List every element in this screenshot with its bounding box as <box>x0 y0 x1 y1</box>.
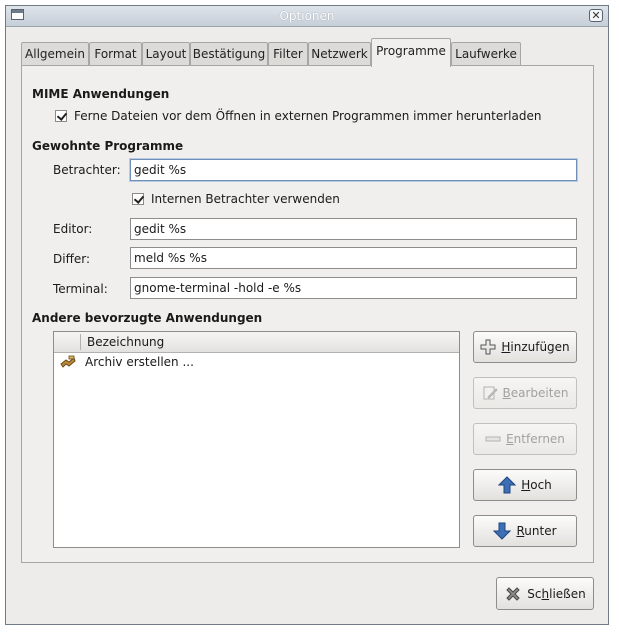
download-remote-checkbox-row[interactable]: Ferne Dateien vor dem Öffnen in externen… <box>55 108 541 124</box>
up-button-accel: H <box>521 478 531 492</box>
edit-button-label: earbeiten <box>510 386 569 400</box>
list-item-label: Archiv erstellen ... <box>85 355 194 369</box>
viewer-input[interactable]: gedit %s <box>130 159 577 181</box>
editor-input[interactable]: gedit %s <box>130 218 577 240</box>
close-button[interactable]: Schließen <box>496 577 594 610</box>
other-apps-list[interactable]: Bezeichnung Archiv erstellen ... <box>53 331 460 548</box>
minus-icon <box>485 431 501 447</box>
window-title: Optionen <box>279 9 335 23</box>
tab-netzwerk[interactable]: Netzwerk <box>308 42 371 65</box>
programs-heading: Gewohnte Programme <box>32 139 184 153</box>
column-separator <box>80 334 81 350</box>
tab-format[interactable]: Format <box>89 42 142 65</box>
arrow-down-icon <box>493 522 512 540</box>
title-bar[interactable]: Optionen ✕ <box>6 6 608 27</box>
column-header-bezeichnung[interactable]: Bezeichnung <box>87 335 164 349</box>
down-button-label: unter <box>524 524 557 538</box>
up-button-label: och <box>530 478 552 492</box>
list-item[interactable]: Archiv erstellen ... <box>54 353 459 373</box>
tab-filter[interactable]: Filter <box>268 42 308 65</box>
terminal-input[interactable]: gnome-terminal -hold -e %s <box>130 277 577 299</box>
tab-allgemein[interactable]: Allgemein <box>21 42 89 65</box>
list-header[interactable]: Bezeichnung <box>54 332 459 353</box>
plus-icon <box>480 339 496 355</box>
tab-bestaetigung[interactable]: Bestätigung <box>190 42 268 65</box>
down-button[interactable]: Runter <box>473 515 577 547</box>
remove-button[interactable]: Entfernen <box>473 423 577 455</box>
add-button-label: inzufügen <box>510 340 570 354</box>
differ-label: Differ: <box>53 252 90 266</box>
tab-layout[interactable]: Layout <box>142 42 190 65</box>
download-remote-label: Ferne Dateien vor dem Öffnen in externen… <box>74 109 542 123</box>
up-button[interactable]: Hoch <box>473 469 577 501</box>
editor-label: Editor: <box>53 222 93 236</box>
tab-laufwerke[interactable]: Laufwerke <box>451 42 521 65</box>
internal-viewer-label: Internen Betrachter verwenden <box>151 192 340 206</box>
internal-viewer-checkbox[interactable] <box>132 193 144 205</box>
edit-button-accel: B <box>502 386 511 400</box>
remove-button-label: ntfernen <box>513 432 565 446</box>
close-button-accel: h <box>541 586 550 601</box>
internal-viewer-checkbox-row[interactable]: Internen Betrachter verwenden <box>132 191 340 207</box>
remove-button-accel: E <box>506 432 514 446</box>
viewer-label: Betrachter: <box>53 163 121 177</box>
edit-button[interactable]: Bearbeiten <box>473 377 577 409</box>
close-x-icon <box>504 585 522 603</box>
tab-programme[interactable]: Programme <box>371 38 451 67</box>
other-apps-heading: Andere bevorzugte Anwendungen <box>32 311 263 325</box>
archive-tool-icon <box>60 355 76 372</box>
window-close-button[interactable]: ✕ <box>589 9 603 22</box>
download-remote-checkbox[interactable] <box>55 110 67 122</box>
add-button[interactable]: Hinzufügen <box>473 331 577 363</box>
arrow-up-icon <box>498 476 517 494</box>
close-button-prefix: Sc <box>527 586 542 601</box>
edit-icon <box>482 385 498 401</box>
close-button-label: ließen <box>549 586 586 601</box>
terminal-label: Terminal: <box>53 282 108 296</box>
mime-heading: MIME Anwendungen <box>32 87 170 101</box>
differ-input[interactable]: meld %s %s <box>130 247 577 269</box>
